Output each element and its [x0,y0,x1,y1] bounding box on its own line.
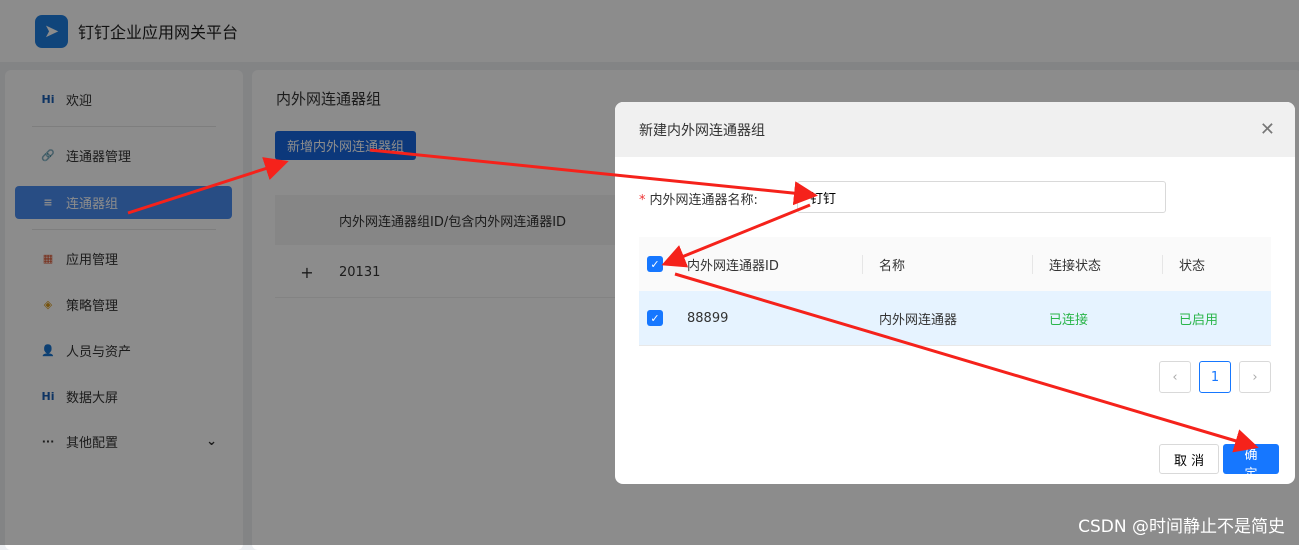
watermark: CSDN @时间静止不是简史 [1078,517,1285,537]
arrow [127,157,289,215]
arrow [369,148,818,206]
arrow [674,272,1259,453]
arrow [661,203,811,268]
annotation-arrows [127,148,1259,453]
